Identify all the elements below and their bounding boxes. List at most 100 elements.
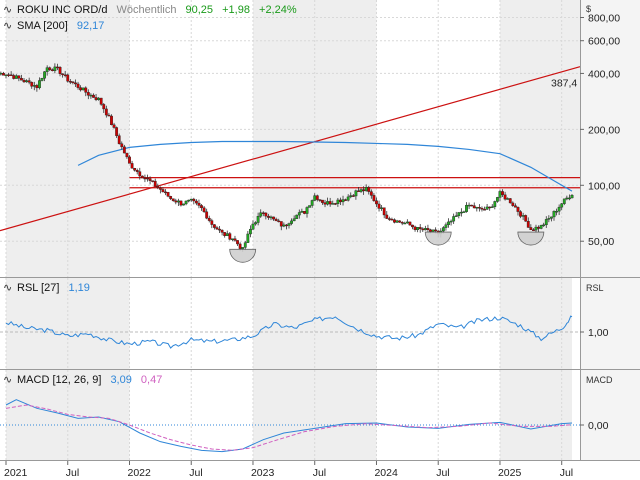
candle-body [508, 198, 512, 204]
candle-body [9, 74, 13, 76]
last-price: 90,25 [186, 4, 214, 16]
candle-body [189, 198, 193, 201]
candle-body [377, 203, 381, 209]
candle-body [71, 81, 75, 84]
candle-body [457, 212, 461, 216]
candle-body [63, 74, 67, 76]
candle-body [413, 226, 417, 230]
candle-body [565, 197, 569, 200]
candle-body [282, 224, 286, 227]
candle-body [344, 199, 347, 201]
candle-body [58, 67, 62, 74]
price-change: +1,98 [222, 4, 250, 16]
candle-body [503, 194, 507, 200]
svg-text:RSL [27] 1,19: RSL [27] 1,19 [17, 282, 90, 294]
stock-chart: 387,4 2021 Jul 2022 Jul 2023 Jul 2024 Jul 2025 Ju… [0, 0, 640, 480]
candle-body [514, 205, 517, 208]
candle-body [146, 177, 149, 180]
candle-body [295, 214, 299, 219]
x-tick-label: Jul [313, 467, 326, 479]
candle-body [138, 171, 142, 177]
candle-body [212, 224, 216, 228]
candle-body [465, 204, 468, 212]
macd-label: MACD [12, 26, 9] [17, 374, 101, 386]
candle-body [254, 222, 257, 225]
rsl-tick-label: 1,00 [588, 327, 609, 339]
candle-body [318, 199, 322, 201]
candle-body [313, 195, 317, 201]
candle-body [97, 97, 101, 100]
candle-body [398, 220, 402, 223]
candle-body [416, 227, 420, 230]
candle-body [560, 203, 564, 208]
macd-tick-label: 0,00 [588, 420, 609, 432]
candle-body [89, 94, 93, 97]
candle-body [423, 228, 427, 231]
candle-body [174, 200, 178, 203]
price-change-pct: +2,24% [259, 4, 297, 16]
svg-text:SMA [200] 92,17: SMA [200] 92,17 [17, 20, 104, 32]
candle-body [364, 187, 368, 192]
candle-body [300, 211, 304, 213]
candle-body [84, 87, 88, 93]
candle-body [467, 204, 471, 207]
candle-body [107, 114, 111, 117]
candle-body [200, 205, 203, 209]
candle-body [269, 216, 273, 219]
candle-body [264, 212, 268, 217]
candle-body [25, 80, 28, 83]
candle-body [385, 214, 389, 219]
candle-body [421, 228, 425, 231]
candle-body [310, 200, 314, 206]
candle-body [447, 221, 450, 225]
candle-body [184, 200, 188, 205]
candle-body [267, 215, 270, 218]
price-tick-label: 400,00 [588, 68, 620, 80]
candle-body [205, 211, 209, 219]
candle-body [171, 198, 175, 201]
candle-body [488, 206, 492, 209]
candle-body [328, 201, 332, 205]
candle-body [459, 211, 463, 214]
candle-body [552, 211, 556, 218]
sma-value: 92,17 [77, 20, 105, 32]
rsl-wave-icon: ∿ [3, 282, 12, 294]
candle-body [233, 238, 237, 241]
candle-body [61, 73, 65, 75]
candle-body [128, 156, 131, 164]
candle-body [230, 238, 234, 240]
candle-body [426, 228, 430, 230]
candle-body [490, 206, 494, 208]
candle-body [143, 177, 147, 180]
candle-body [246, 233, 250, 243]
x-tick-label: 2022 [127, 467, 151, 479]
candle-body [534, 226, 538, 231]
candle-body [104, 108, 108, 116]
candle-body [120, 143, 124, 148]
candle-body [192, 198, 196, 202]
candle-body [285, 224, 288, 227]
candle-body [290, 220, 293, 224]
candle-body [380, 207, 384, 209]
candle-body [539, 225, 543, 229]
candle-body [493, 201, 497, 207]
candle-body [462, 211, 466, 213]
candle-body [321, 199, 324, 203]
candle-body [444, 224, 448, 228]
x-tick-label: 2021 [4, 467, 28, 479]
candle-body [81, 87, 85, 91]
candle-body [532, 229, 535, 231]
candle-body [215, 227, 219, 230]
candle-body [53, 66, 57, 71]
candle-body [336, 199, 340, 204]
candle-body [506, 198, 510, 200]
candle-body [403, 222, 407, 225]
candle-body [557, 206, 561, 212]
candle-body [218, 228, 221, 231]
interval-label: Wöchentlich [117, 4, 177, 16]
candle-body [166, 191, 170, 197]
candle-body [326, 201, 329, 205]
candle-body [169, 196, 173, 199]
candle-body [0, 72, 3, 75]
candle-body [74, 82, 77, 85]
